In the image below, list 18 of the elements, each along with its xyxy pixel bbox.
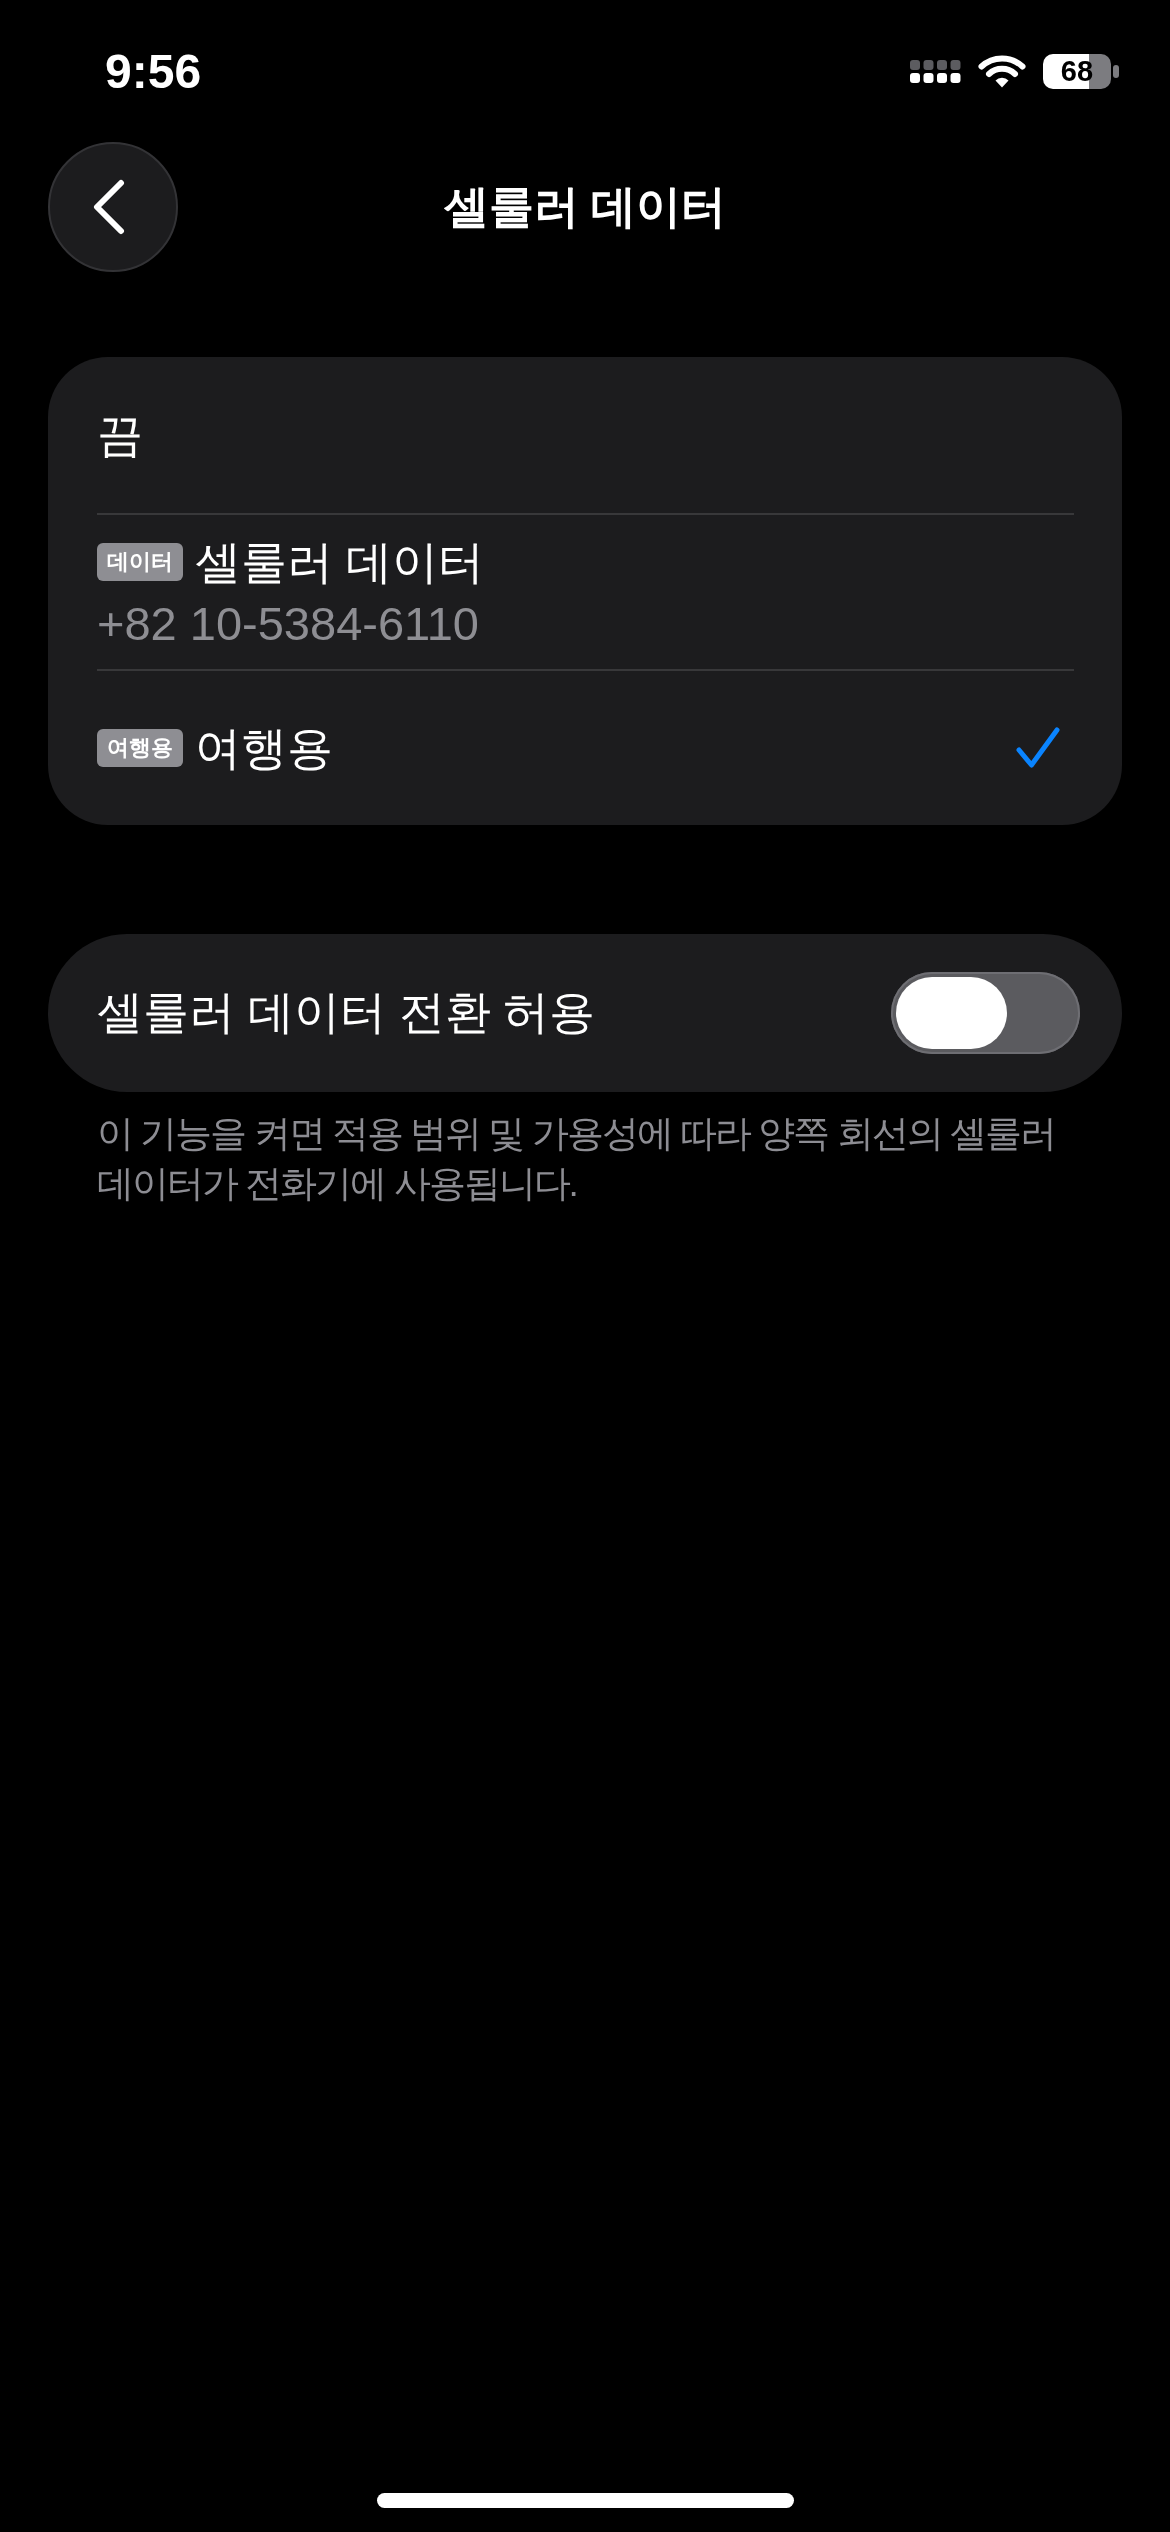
line-tag: 여행용 — [97, 729, 183, 767]
line-tag: 데이터 — [97, 543, 183, 581]
battery-level: 68 — [1043, 53, 1111, 89]
line-option[interactable]: 여행용 여행용 — [97, 669, 1074, 825]
line-option[interactable]: 끔 — [97, 357, 1074, 513]
line-name: 셀룰러 데이터 — [195, 535, 484, 590]
wifi-icon — [978, 54, 1026, 88]
cellular-signal-icon — [910, 59, 961, 83]
line-name: 끔 — [97, 408, 143, 463]
footer-note: 이 기능을 켜면 적용 범위 및 가용성에 따라 양쪽 회선의 셀룰러 데이터가 전화기에 사용됩니다. — [96, 1112, 1056, 1206]
line-option[interactable]: 데이터 셀룰러 데이터 +82 10-5384-6110 — [97, 513, 1074, 669]
status-time: 9:56 — [105, 43, 202, 99]
battery-tip-icon — [1113, 64, 1119, 78]
page-title: 셀룰러 데이터 — [443, 180, 727, 234]
chevron-left-icon — [92, 179, 126, 235]
line-name: 여행용 — [195, 721, 333, 776]
switch-label: 셀룰러 데이터 전환 허용 — [97, 985, 596, 1040]
phone-number: +82 10-5384-6110 — [97, 596, 479, 652]
